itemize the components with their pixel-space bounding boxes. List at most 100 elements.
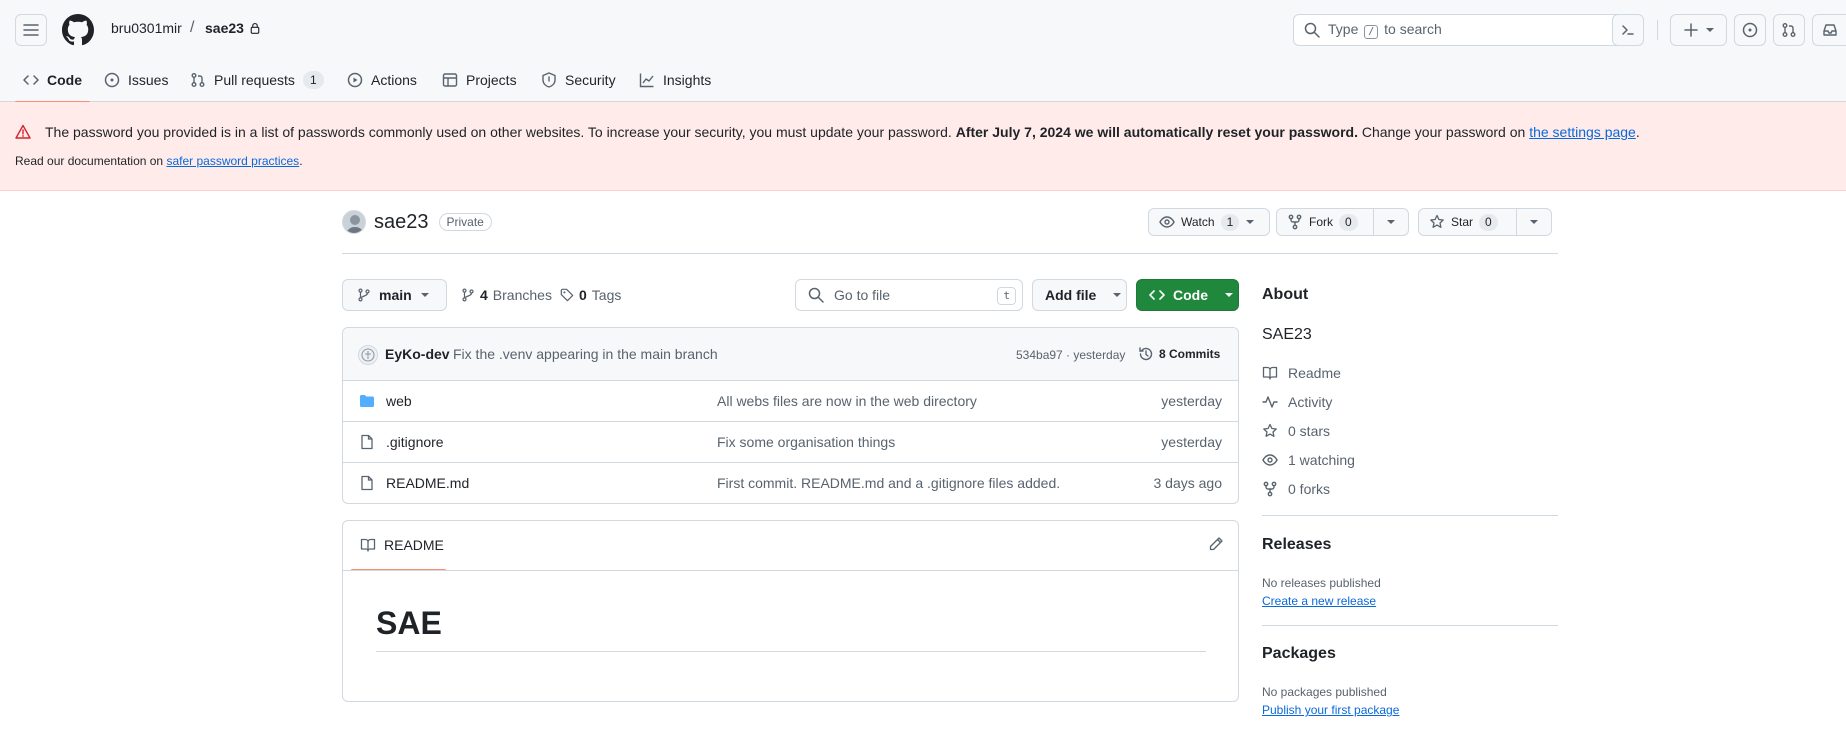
fork-button[interactable]: Fork 0 <box>1276 208 1409 236</box>
sidebar-item-label: 1 watching <box>1288 452 1355 468</box>
releases-title[interactable]: Releases <box>1262 536 1331 554</box>
readme-divider <box>343 570 1238 571</box>
triangle-down-icon <box>1225 293 1233 297</box>
banner-bold-text: After July 7, 2024 we will automatically… <box>955 124 1358 140</box>
commit-hash-time[interactable]: 534ba97 · yesterday <box>1016 348 1125 362</box>
about-description: SAE23 <box>1262 326 1312 343</box>
sidebar-divider <box>1262 625 1558 626</box>
go-to-file-input[interactable]: Go to file t <box>795 279 1023 311</box>
go-to-file-placeholder: Go to file <box>834 287 891 303</box>
tags-count: 0 <box>579 287 587 303</box>
play-icon <box>347 72 363 88</box>
pencil-icon <box>1209 537 1223 551</box>
about-title: About <box>1262 286 1309 303</box>
file-row[interactable]: README.md First commit. README.md and a … <box>343 463 1238 503</box>
edit-readme-button[interactable] <box>1208 536 1224 552</box>
sidebar-item-stars[interactable]: 0 stars <box>1262 423 1330 439</box>
sidebar-item-label: Readme <box>1288 365 1341 381</box>
fork-main[interactable]: Fork 0 <box>1277 209 1373 235</box>
sidebar-item-label: 0 forks <box>1288 481 1331 497</box>
tab-insights[interactable]: Insights <box>639 58 711 102</box>
banner-text-2: Change your password on <box>1361 124 1526 140</box>
sidebar-item-label: 0 stars <box>1288 423 1331 439</box>
tags-link[interactable]: 0 Tags <box>560 287 621 303</box>
sidebar-item-watching[interactable]: 1 watching <box>1262 452 1355 468</box>
pull-requests-button[interactable] <box>1773 14 1805 46</box>
readme-tab-label: README <box>384 537 444 553</box>
tab-issues-label: Issues <box>128 72 169 88</box>
fork-icon <box>1288 214 1302 230</box>
inbox-button[interactable] <box>1812 14 1846 46</box>
book-icon <box>360 538 376 552</box>
repo-name-crumb: sae23 <box>205 20 244 36</box>
title-divider <box>342 253 1558 254</box>
watch-count: 1 <box>1220 213 1240 231</box>
packages-title[interactable]: Packages <box>1262 645 1336 663</box>
sidebar-item-label: Activity <box>1288 394 1333 410</box>
watch-main[interactable]: Watch 1 <box>1149 209 1265 235</box>
add-file-label: Add file <box>1045 287 1097 303</box>
git-pull-request-icon <box>1782 23 1796 37</box>
branch-selector[interactable]: main <box>342 279 447 311</box>
commit-message[interactable]: Fix the .venv appearing in the main bran… <box>453 346 718 362</box>
file-row[interactable]: web All webs files are now in the web di… <box>343 381 1238 422</box>
search-placeholder-suffix: to search <box>1384 21 1442 37</box>
git-branch-icon <box>358 288 370 302</box>
star-button[interactable]: Star 0 <box>1418 208 1552 236</box>
sidebar-item-forks[interactable]: 0 forks <box>1262 481 1330 497</box>
file-row[interactable]: .gitignore Fix some organisation things … <box>343 422 1238 463</box>
readme-tab[interactable]: README <box>360 537 444 553</box>
safer-password-link[interactable]: safer password practices <box>166 154 299 168</box>
folder-icon <box>360 395 374 407</box>
triangle-down-icon <box>420 293 429 297</box>
star-icon <box>1430 214 1444 228</box>
hamburger-icon <box>23 24 39 36</box>
settings-page-link[interactable]: the settings page <box>1529 124 1636 140</box>
watch-label: Watch <box>1181 215 1215 229</box>
tab-actions[interactable]: Actions <box>347 58 417 102</box>
file-commit-message[interactable]: First commit. README.md and a .gitignore… <box>717 475 1060 491</box>
packages-empty-text: No packages published <box>1262 685 1387 699</box>
commit-author-avatar[interactable] <box>358 345 378 365</box>
file-commit-message[interactable]: Fix some organisation things <box>717 434 895 450</box>
github-logo[interactable] <box>62 14 94 46</box>
file-name[interactable]: .gitignore <box>386 434 444 450</box>
star-label: Star <box>1451 215 1474 229</box>
sidebar-item-activity[interactable]: Activity <box>1262 394 1332 410</box>
repo-name[interactable]: sae23 <box>374 211 429 234</box>
create-new-button[interactable] <box>1670 14 1727 46</box>
create-release-link[interactable]: Create a new release <box>1262 594 1376 608</box>
star-dropdown[interactable] <box>1516 209 1551 235</box>
watch-button[interactable]: Watch 1 <box>1148 208 1270 236</box>
banner-docs-period: . <box>299 154 303 168</box>
breadcrumb-repo[interactable]: sae23 <box>205 20 261 36</box>
file-commit-message[interactable]: All webs files are now in the web direct… <box>717 393 977 409</box>
triangle-down-icon <box>1387 220 1395 224</box>
tab-code[interactable]: Code <box>15 58 90 103</box>
sidebar-item-readme[interactable]: Readme <box>1262 365 1341 381</box>
tag-icon <box>560 288 574 302</box>
tab-pull-requests[interactable]: Pull requests 1 <box>190 58 324 102</box>
commits-history-link[interactable]: 8 Commits <box>1138 346 1220 362</box>
command-palette-button[interactable] <box>1612 14 1644 46</box>
file-name[interactable]: README.md <box>386 475 469 491</box>
fork-count: 0 <box>1339 213 1358 231</box>
publish-package-link[interactable]: Publish your first package <box>1262 703 1399 717</box>
code-button[interactable]: Code <box>1136 279 1239 311</box>
tab-projects[interactable]: Projects <box>442 58 517 102</box>
owner-avatar[interactable] <box>342 210 366 234</box>
search-input[interactable]: Type / to search <box>1293 14 1643 46</box>
tab-security[interactable]: Security <box>541 58 616 102</box>
code-icon <box>1149 290 1165 300</box>
breadcrumb-owner[interactable]: bru0301mir <box>111 20 182 36</box>
star-main[interactable]: Star 0 <box>1419 209 1516 235</box>
menu-button[interactable] <box>15 14 47 46</box>
file-name[interactable]: web <box>386 393 412 409</box>
issues-button[interactable] <box>1734 14 1766 46</box>
commit-author[interactable]: EyKo-dev <box>385 346 450 362</box>
branches-link[interactable]: 4 Branches <box>461 287 552 303</box>
tab-issues[interactable]: Issues <box>104 58 168 102</box>
file-commit-time: yesterday <box>1161 434 1222 450</box>
fork-dropdown[interactable] <box>1373 209 1408 235</box>
add-file-button[interactable]: Add file <box>1032 279 1127 311</box>
